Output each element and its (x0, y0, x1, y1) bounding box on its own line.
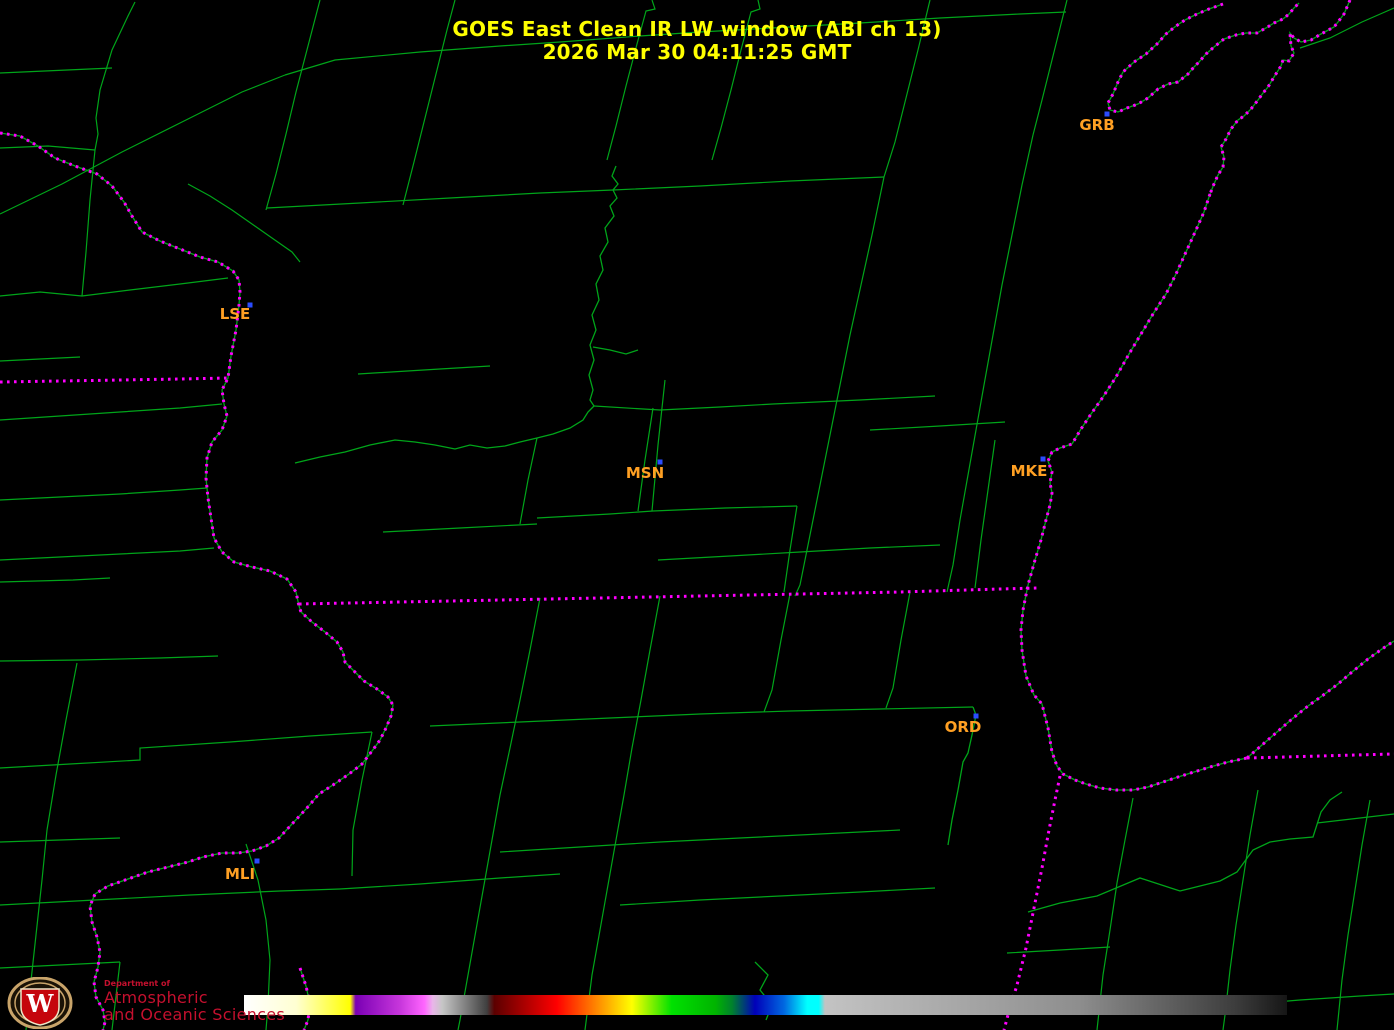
state-border-dotted-line (1246, 639, 1394, 760)
title-line-2: 2026 Mar 30 04:11:25 GMT (542, 40, 852, 64)
county-boundary-line (1222, 789, 1259, 1030)
county-boundary-line (46, 662, 78, 831)
map-canvas (0, 0, 1394, 1030)
city-label-msn: MSN (625, 464, 665, 482)
county-boundary-line (339, 873, 561, 890)
county-boundary-line (0, 837, 121, 843)
county-boundary-line (266, 189, 614, 209)
county-boundary-line (869, 421, 1006, 431)
county-boundary-line (637, 407, 654, 512)
county-boundary-line (619, 887, 936, 906)
county-boundary-line (457, 597, 541, 1030)
river-line (592, 346, 639, 355)
city-dot-mke (1040, 456, 1046, 462)
shoreline-line (1020, 193, 1248, 791)
county-boundary-line (772, 395, 936, 405)
state-border-dotted-line (1002, 775, 1062, 1030)
county-boundary-line (0, 356, 81, 362)
county-boundary-line (593, 403, 774, 411)
county-boundary-line (357, 365, 491, 375)
state-border-dotted-line (1019, 193, 1248, 792)
county-boundary-line (0, 74, 286, 215)
county-boundary-line (0, 547, 215, 561)
county-boundary-line (187, 183, 301, 263)
city-label-ord: ORD (944, 718, 982, 736)
county-boundary-line (763, 593, 791, 713)
county-boundary-line (974, 439, 996, 589)
county-boundary-line (0, 731, 373, 769)
county-boundary-line (0, 961, 121, 969)
county-boundary-line (1316, 813, 1394, 824)
city-label-mli: MLI (224, 865, 256, 883)
state-border-dotted-line (1246, 752, 1394, 760)
county-boundary-line (657, 544, 941, 561)
county-boundary-line (499, 829, 901, 853)
colorbar (244, 995, 1287, 1015)
county-boundary-line (946, 134, 1034, 593)
county-boundary-line (652, 505, 798, 512)
image-title: GOES East Clean IR LW window (ABI ch 13)… (0, 18, 1394, 64)
state-border-dotted-line (298, 586, 1038, 606)
river-line (1027, 791, 1343, 913)
county-boundary-line (519, 437, 538, 525)
credit-line-2: and Oceanic Sciences (104, 1005, 286, 1025)
state-border-dotted-line (0, 376, 229, 384)
county-boundary-line (382, 523, 538, 533)
city-label-grb: GRB (1079, 116, 1115, 134)
county-boundary-line (783, 505, 798, 593)
city-dot-mli (254, 858, 260, 864)
county-boundary-line (885, 591, 911, 709)
county-boundary-line (81, 277, 229, 297)
county-boundary-line (0, 145, 96, 151)
county-boundary-line (612, 176, 885, 191)
county-boundary-line (429, 706, 974, 727)
city-label-lse: LSE (219, 305, 251, 323)
county-boundary-line (0, 487, 208, 501)
county-boundary-line (351, 731, 373, 877)
county-boundary-line (0, 655, 219, 662)
credit-dept-label: Department of (104, 979, 171, 988)
state-border-dotted-line (0, 131, 395, 1030)
county-boundary-line (0, 403, 223, 421)
county-boundary-line (584, 595, 661, 1030)
river-line (294, 165, 619, 464)
county-boundary-line (651, 379, 666, 512)
shoreline-line (0, 132, 394, 1030)
satellite-map-stage: GOES East Clean IR LW window (ABI ch 13)… (0, 0, 1394, 1030)
uw-crest-logo: W (7, 977, 73, 1029)
county-boundary-line (0, 67, 113, 74)
credit-block: Department of Atmospheric and Oceanic Sc… (104, 979, 286, 1025)
county-boundary-line (0, 291, 83, 297)
city-label-mke: MKE (1010, 462, 1048, 480)
title-line-1: GOES East Clean IR LW window (ABI ch 13) (452, 17, 942, 41)
county-boundary-line (794, 176, 885, 597)
svg-text:W: W (26, 989, 55, 1018)
county-boundary-line (536, 510, 654, 519)
county-boundary-line (0, 888, 341, 906)
county-boundary-line (0, 577, 111, 583)
county-boundary-line (1006, 946, 1111, 954)
